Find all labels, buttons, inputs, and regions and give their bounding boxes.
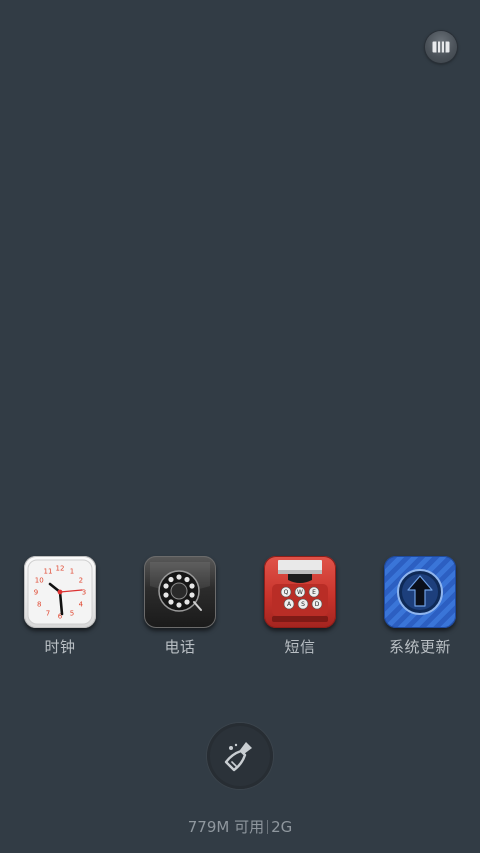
- upload-arrow-icon: [384, 556, 456, 628]
- clock-numeral: 9: [34, 589, 38, 597]
- clock-icon: 12 1 2 3 4 5 6 7 8 9 10 11: [24, 556, 96, 628]
- typewriter-key-label: Q: [284, 589, 289, 596]
- rotary-phone-icon: [144, 556, 216, 628]
- clock-numeral: 12: [56, 565, 65, 573]
- memory-available: 779M 可用: [187, 818, 265, 836]
- clock-face: 12 1234567891011: [27, 559, 93, 625]
- app-phone[interactable]: 电话: [130, 556, 230, 657]
- app-label: 系统更新: [388, 638, 451, 656]
- app-system-update[interactable]: 系统更新: [370, 556, 470, 657]
- typewriter-icon: QWEASD: [264, 556, 336, 628]
- app-label: 短信: [284, 638, 316, 656]
- typewriter-key-label: S: [301, 601, 305, 608]
- memory-status: 779M 可用 2G: [0, 816, 480, 837]
- clock-numeral: 8: [37, 601, 41, 609]
- clock-numeral: 1: [70, 568, 74, 576]
- clock-numeral: 7: [46, 609, 50, 617]
- clock-numeral: 2: [79, 577, 83, 585]
- app-label: 时钟: [44, 638, 76, 656]
- clock-numeral: 5: [70, 609, 74, 617]
- typewriter-key-label: D: [315, 601, 320, 608]
- memory-clean-button[interactable]: [207, 723, 273, 789]
- typewriter-key-label: E: [312, 589, 316, 596]
- card-stack-icon: [432, 41, 450, 53]
- clock-numeral: 10: [35, 577, 44, 585]
- clock-numeral: 11: [44, 568, 53, 576]
- app-clock[interactable]: 12 1 2 3 4 5 6 7 8 9 10 11 时钟: [10, 556, 110, 657]
- clock-numeral: 4: [79, 601, 84, 609]
- broom-icon: [224, 742, 252, 772]
- home-screen: 12 1 2 3 4 5 6 7 8 9 10 11 时钟 电话 Q W E A…: [0, 0, 480, 853]
- recent-apps-button[interactable]: [425, 31, 457, 63]
- memory-total: 2G: [271, 818, 293, 836]
- typewriter-key-label: W: [297, 589, 303, 596]
- app-label: 电话: [164, 638, 196, 656]
- divider: [267, 820, 269, 834]
- app-messages[interactable]: QWEASD 短信: [250, 556, 350, 657]
